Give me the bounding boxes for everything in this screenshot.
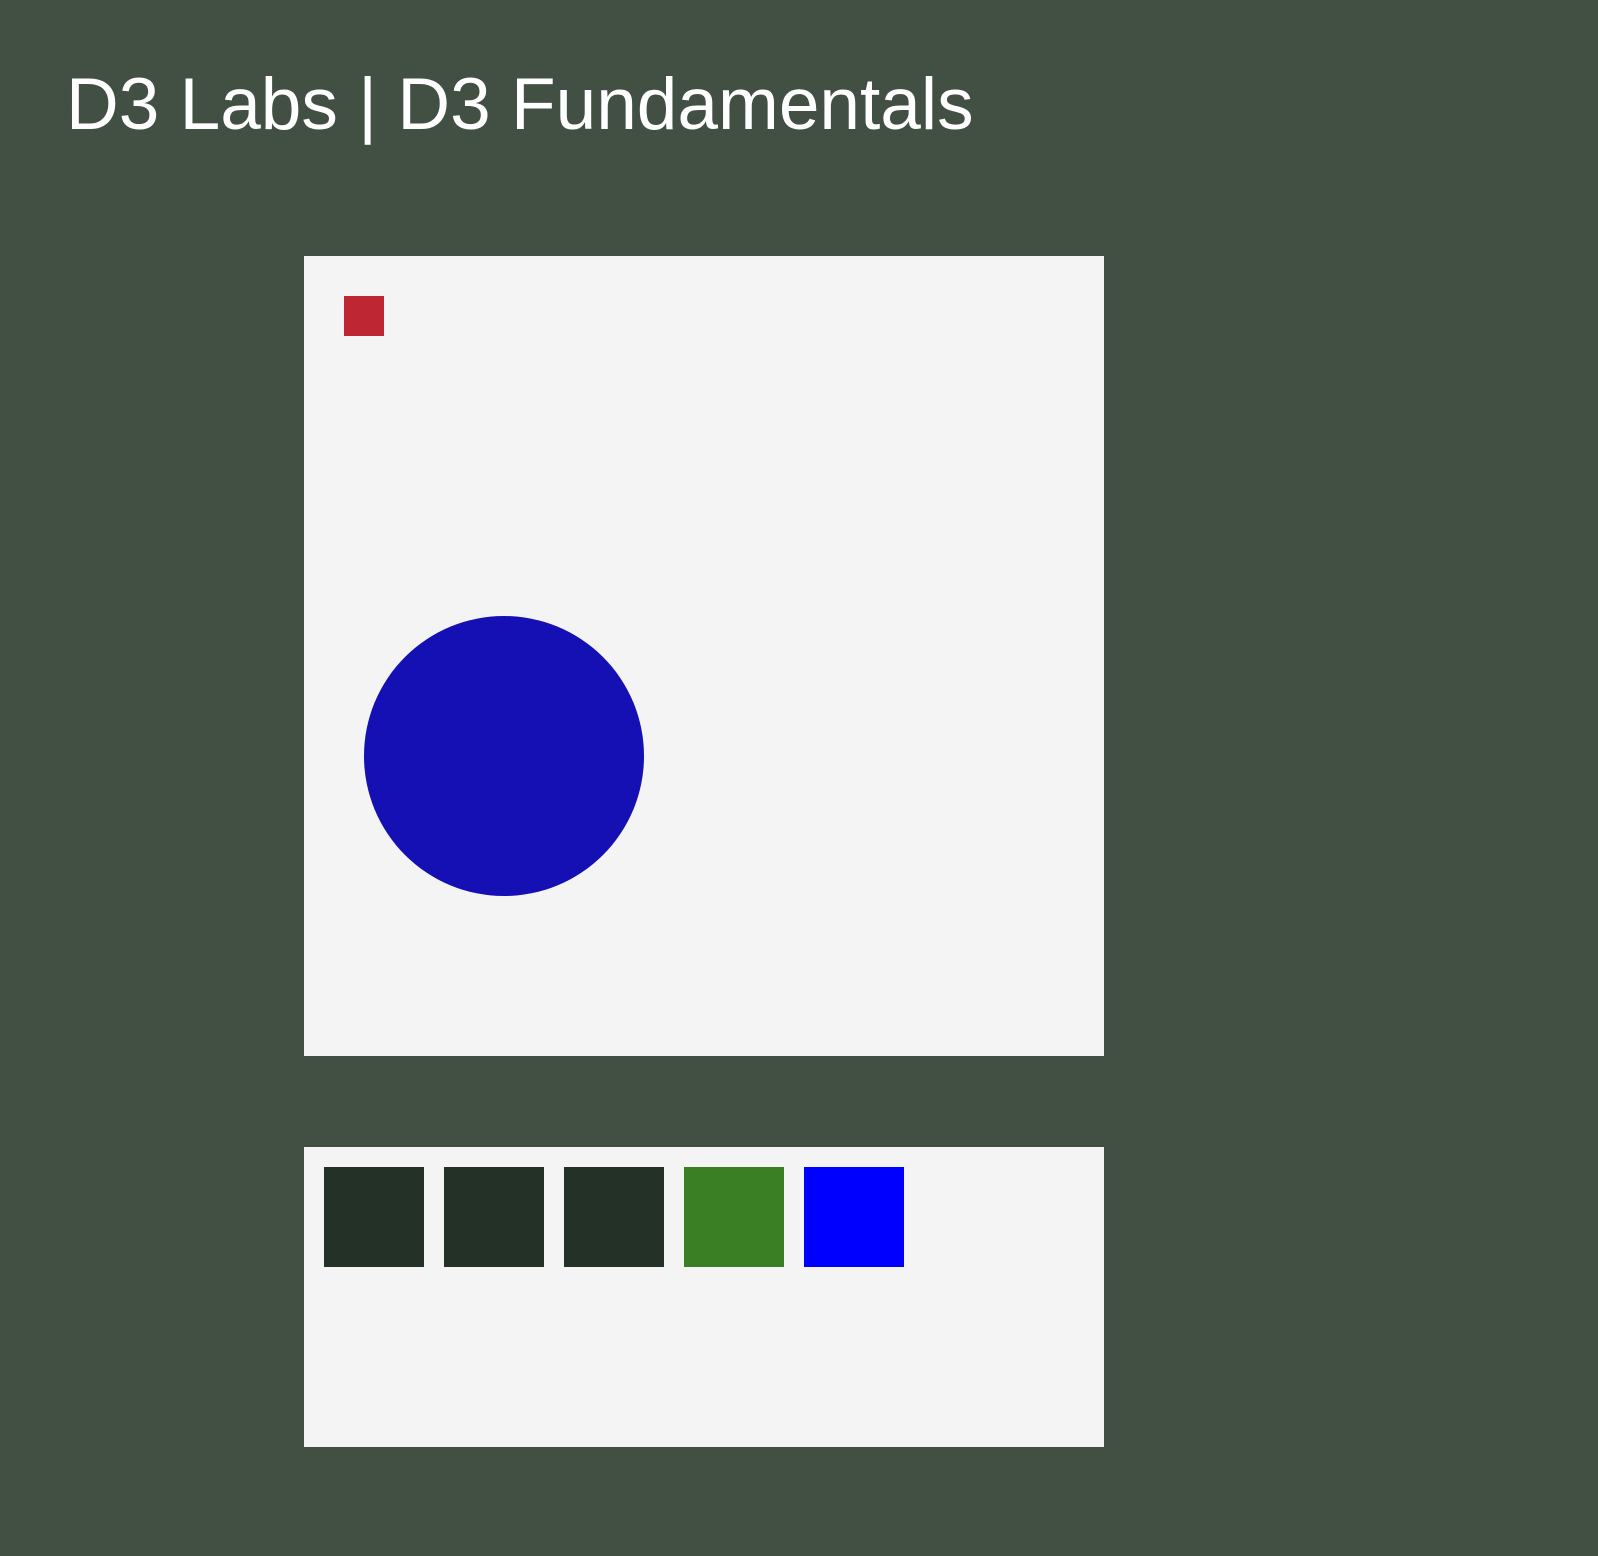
color-swatch-1 bbox=[324, 1167, 424, 1267]
color-swatch-3 bbox=[564, 1167, 664, 1267]
color-swatch-5 bbox=[804, 1167, 904, 1267]
page-title: D3 Labs | D3 Fundamentals bbox=[66, 64, 974, 145]
blue-circle bbox=[364, 616, 644, 896]
color-swatch-4 bbox=[684, 1167, 784, 1267]
swatches-canvas bbox=[324, 1167, 904, 1267]
swatches-panel bbox=[304, 1147, 1104, 1447]
shapes-canvas bbox=[344, 296, 644, 896]
shapes-panel bbox=[304, 256, 1104, 1056]
color-swatch-2 bbox=[444, 1167, 544, 1267]
red-square bbox=[344, 296, 384, 336]
